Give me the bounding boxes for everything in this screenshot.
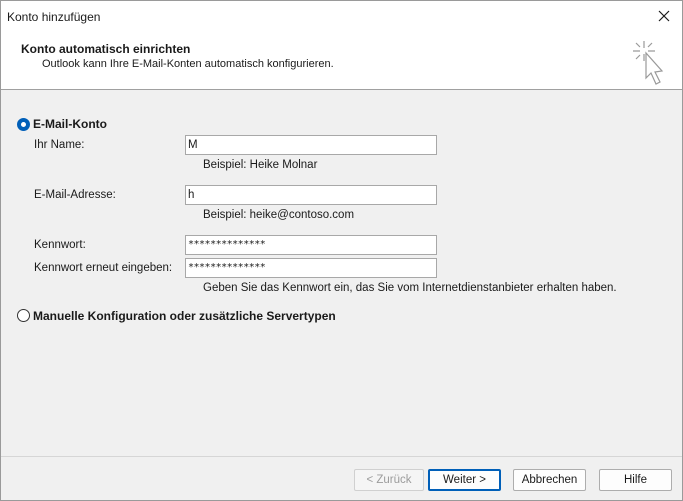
cursor-sparkle-icon [633, 41, 664, 85]
close-button[interactable] [652, 5, 676, 27]
manual-config-radio[interactable] [17, 309, 30, 322]
add-account-dialog: Konto hinzufügen Konto automatisch einri… [0, 0, 683, 501]
next-button[interactable]: Weiter > [428, 469, 501, 491]
window-title: Konto hinzufügen [7, 10, 101, 24]
email-input[interactable]: h [185, 185, 437, 205]
wizard-header: Konto automatisch einrichten Outlook kan… [1, 31, 682, 90]
cancel-button[interactable]: Abbrechen [513, 469, 586, 491]
password-input[interactable]: ************** [185, 235, 437, 255]
back-button[interactable]: < Zurück [354, 469, 424, 491]
password-repeat-input[interactable]: ************** [185, 258, 437, 278]
password-label: Kennwort: [34, 239, 86, 251]
password-hint: Geben Sie das Kennwort ein, das Sie vom … [203, 282, 617, 294]
name-hint: Beispiel: Heike Molnar [203, 159, 318, 171]
header-subtitle: Outlook kann Ihre E-Mail-Konten automati… [42, 58, 334, 70]
email-hint: Beispiel: heike@contoso.com [203, 209, 355, 221]
name-label: Ihr Name: [34, 139, 85, 151]
email-label: E-Mail-Adresse: [34, 189, 116, 201]
title-bar: Konto hinzufügen [1, 1, 682, 31]
footer-divider [1, 456, 682, 457]
email-account-label[interactable]: E-Mail-Konto [33, 117, 107, 131]
help-button[interactable]: Hilfe [599, 469, 672, 491]
password-repeat-label: Kennwort erneut eingeben: [34, 262, 173, 274]
email-account-radio[interactable] [17, 118, 30, 131]
name-input[interactable]: M [185, 135, 437, 155]
header-title: Konto automatisch einrichten [21, 42, 191, 56]
manual-config-label[interactable]: Manuelle Konfiguration oder zusätzliche … [33, 309, 336, 323]
close-icon [658, 10, 670, 22]
